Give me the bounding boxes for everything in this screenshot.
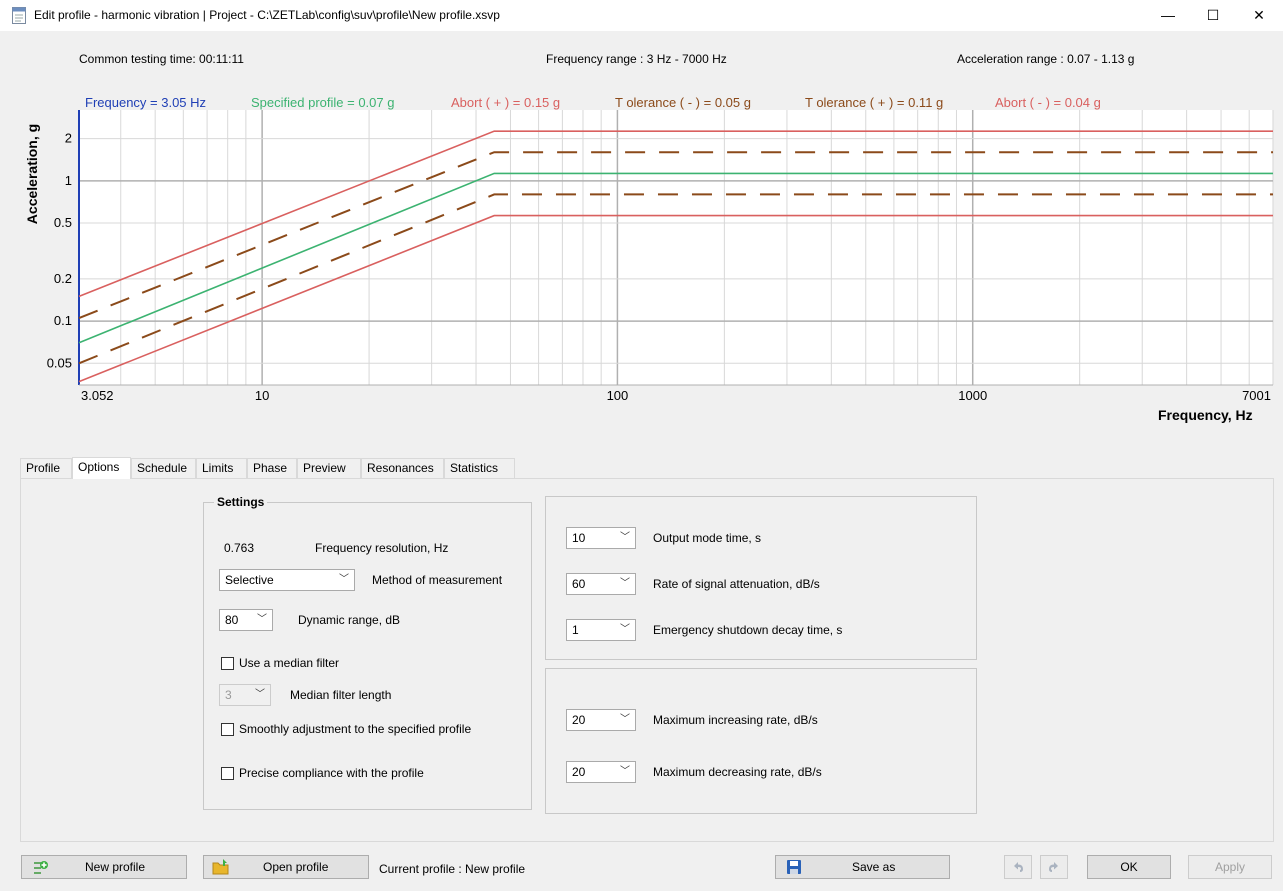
dynamic-range-select[interactable]: 80 ﹀ (219, 609, 273, 631)
current-profile-label: Current profile : New profile (379, 862, 526, 876)
increase-rate-value: 20 (572, 713, 586, 727)
smooth-adjust-checkbox[interactable] (221, 723, 234, 736)
ok-button[interactable]: OK (1087, 855, 1171, 879)
x-tick-label: 100 (607, 388, 629, 403)
decrease-rate-label: Maximum decreasing rate, dB/s (653, 765, 822, 779)
acceleration-range-label: Acceleration range : 0.07 - 1.13 g (957, 52, 1135, 66)
dynamic-range-value: 80 (225, 613, 239, 627)
tolerance-minus-readout: T olerance ( - ) = 0.05 g (615, 95, 751, 110)
chevron-down-icon: ﹀ (620, 624, 630, 635)
testing-time-label: Common testing time: 00:11:11 (79, 52, 244, 66)
output-group: 10 ﹀ Output mode time, s 60 ﹀ Rate of sign… (545, 496, 977, 660)
precise-compliance-label: Precise compliance with the profile (239, 766, 424, 780)
abort-minus-readout: Abort ( - ) = 0.04 g (995, 95, 1101, 110)
frequency-resolution-value: 0.763 (224, 541, 255, 555)
output-mode-time-label: Output mode time, s (653, 531, 762, 545)
settings-title: Settings (214, 495, 268, 509)
save-icon (787, 860, 801, 874)
x-tick-label: 1000 (958, 388, 987, 403)
redo-button[interactable] (1040, 855, 1068, 879)
median-filter-label: Use a median filter (239, 656, 340, 670)
redo-icon (1049, 862, 1058, 872)
precise-compliance-checkbox[interactable] (221, 767, 234, 780)
open-profile-label: Open profile (263, 860, 329, 874)
smooth-adjust-label: Smoothly adjustment to the specified pro… (239, 722, 472, 736)
tab-limits[interactable]: Limits (196, 458, 247, 478)
y-tick-label: 0.2 (54, 271, 72, 286)
chevron-down-icon: ﹀ (255, 689, 265, 700)
new-profile-button[interactable]: New profile (21, 855, 187, 879)
chevron-down-icon: ﹀ (339, 574, 349, 585)
maximize-button[interactable]: ☐ (1190, 0, 1236, 31)
tab-preview[interactable]: Preview (297, 458, 361, 478)
tab-schedule[interactable]: Schedule (131, 458, 196, 478)
frequency-readout: Frequency = 3.05 Hz (85, 95, 207, 110)
undo-icon (1014, 862, 1023, 872)
new-profile-label: New profile (85, 860, 146, 874)
attenuation-value: 60 (572, 577, 586, 591)
chevron-down-icon: ﹀ (257, 614, 267, 625)
method-select[interactable]: Selective ﹀ (219, 569, 355, 591)
decay-time-select[interactable]: 1 ﹀ (566, 619, 636, 641)
settings-group: Settings 0.763 Frequency resolution, Hz … (203, 495, 532, 810)
x-tick-label: 10 (255, 388, 269, 403)
chevron-down-icon: ﹀ (620, 578, 630, 589)
median-length-label: Median filter length (290, 688, 392, 702)
y-tick-label: 0.05 (47, 355, 72, 370)
median-length-value: 3 (225, 688, 232, 702)
frequency-resolution-label: Frequency resolution, Hz (315, 541, 449, 555)
chevron-down-icon: ﹀ (620, 532, 630, 543)
attenuation-label: Rate of signal attenuation, dB/s (653, 577, 820, 591)
increase-rate-select[interactable]: 20 ﹀ (566, 709, 636, 731)
tab-phase[interactable]: Phase (247, 458, 297, 478)
options-panel: Settings 0.763 Frequency resolution, Hz … (20, 478, 1274, 842)
minimize-button[interactable]: — (1145, 0, 1191, 31)
output-mode-time-value: 10 (572, 531, 586, 545)
undo-button[interactable] (1004, 855, 1032, 879)
frequency-range-label: Frequency range : 3 Hz - 7000 Hz (546, 52, 727, 66)
y-tick-label: 0.1 (54, 313, 72, 328)
decay-time-value: 1 (572, 623, 579, 637)
y-tick-label: 0.5 (54, 215, 72, 230)
open-folder-icon (212, 859, 229, 875)
tab-resonances[interactable]: Resonances (361, 458, 444, 478)
close-button[interactable]: ✕ (1236, 0, 1282, 31)
attenuation-select[interactable]: 60 ﹀ (566, 573, 636, 595)
tolerance-plus-readout: T olerance ( + ) = 0.11 g (805, 95, 944, 110)
profile-chart[interactable]: 2 1 0.5 0.2 0.1 0.05 3.052 10 100 1000 7001 (0, 110, 1283, 435)
x-axis-label: Frequency, Hz (1158, 407, 1253, 423)
output-mode-time-select[interactable]: 10 ﹀ (566, 527, 636, 549)
y-tick-label: 1 (65, 173, 72, 188)
chevron-down-icon: ﹀ (620, 714, 630, 725)
increase-rate-label: Maximum increasing rate, dB/s (653, 713, 818, 727)
median-filter-checkbox[interactable] (221, 657, 234, 670)
x-tick-label: 3.052 (81, 388, 114, 403)
decay-time-label: Emergency shutdown decay time, s (653, 623, 843, 637)
tab-statistics[interactable]: Statistics (444, 458, 515, 478)
x-tick-label: 7001 (1242, 388, 1271, 403)
dynamic-range-label: Dynamic range, dB (298, 613, 401, 627)
tab-options[interactable]: Options (72, 457, 131, 479)
open-profile-button[interactable]: Open profile (203, 855, 369, 879)
method-label: Method of measurement (372, 573, 503, 587)
document-icon (12, 7, 26, 24)
method-value: Selective (225, 573, 274, 587)
decrease-rate-select[interactable]: 20 ﹀ (566, 761, 636, 783)
tab-profile[interactable]: Profile (20, 458, 72, 478)
window-title: Edit profile - harmonic vibration | Proj… (34, 8, 500, 22)
y-tick-label: 2 (65, 131, 72, 146)
apply-button[interactable]: Apply (1188, 855, 1272, 879)
save-as-button[interactable]: Save as (775, 855, 950, 879)
median-length-select[interactable]: 3 ﹀ (219, 684, 271, 706)
y-axis-label: Acceleration, g (24, 123, 40, 225)
save-as-label: Save as (852, 860, 896, 874)
new-profile-icon (34, 861, 48, 874)
rates-group: 20 ﹀ Maximum increasing rate, dB/s 20 ﹀ Ma… (545, 668, 977, 814)
decrease-rate-value: 20 (572, 765, 586, 779)
chevron-down-icon: ﹀ (620, 766, 630, 777)
specified-profile-readout: Specified profile = 0.07 g (251, 95, 395, 110)
abort-plus-readout: Abort ( + ) = 0.15 g (451, 95, 561, 110)
